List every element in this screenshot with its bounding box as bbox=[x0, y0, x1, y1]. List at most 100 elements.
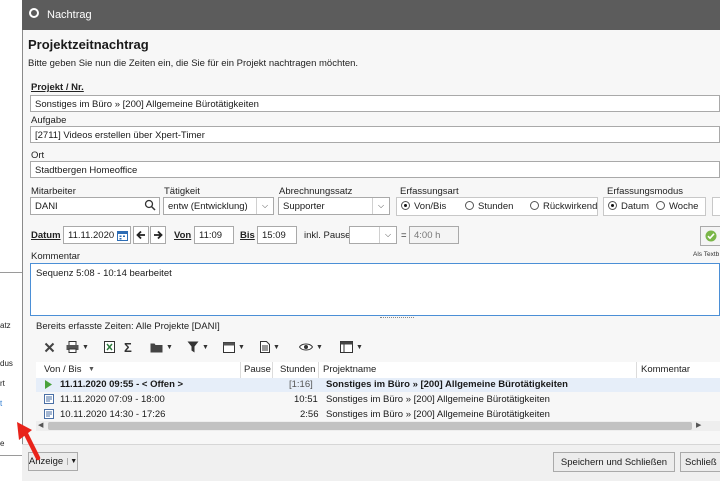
radio-datum[interactable]: Datum bbox=[608, 201, 649, 212]
calendar-icon[interactable] bbox=[117, 230, 128, 243]
chevron-down-icon[interactable]: ▼ bbox=[356, 344, 363, 351]
column-stunden[interactable]: Stunden bbox=[280, 364, 315, 375]
eye-icon[interactable]: ▼ bbox=[299, 339, 323, 355]
table-row[interactable]: 10.11.2020 14:30 - 17:26 2:56 Sonstiges … bbox=[36, 408, 720, 422]
radio-stunden[interactable]: Stunden bbox=[465, 201, 513, 212]
abrechnungssatz-value: Supporter bbox=[283, 201, 325, 212]
textbaustein-link[interactable]: Als Textb bbox=[693, 251, 719, 258]
projekt-label: Projekt / Nr. bbox=[31, 82, 84, 93]
ort-label: Ort bbox=[31, 150, 45, 161]
chevron-down-icon[interactable]: ▼ bbox=[273, 344, 280, 351]
chevron-down-icon[interactable]: ▼ bbox=[166, 344, 173, 351]
bis-label: Bis bbox=[240, 230, 255, 241]
radio-selected-icon bbox=[401, 201, 410, 210]
aufgabe-label: Aufgabe bbox=[31, 115, 67, 126]
cell-projekt: Sonstiges im Büro » [200] Allgemeine Bür… bbox=[326, 379, 568, 390]
column-pause[interactable]: Pause bbox=[244, 364, 271, 375]
print-icon[interactable]: ▼ bbox=[66, 339, 89, 355]
abrechnungssatz-label: Abrechnungssatz bbox=[279, 186, 353, 197]
column-projektname[interactable]: Projektname bbox=[323, 364, 376, 375]
delete-icon[interactable] bbox=[44, 339, 55, 355]
kommentar-textarea[interactable]: Sequenz 5:08 - 10:14 bearbeitet bbox=[30, 263, 720, 316]
scroll-right-icon[interactable]: ▶ bbox=[696, 421, 701, 429]
close-button[interactable]: Schließ bbox=[680, 452, 720, 472]
dauer-field: 4:00 h bbox=[409, 226, 459, 244]
column-kommentar[interactable]: Kommentar bbox=[641, 364, 690, 375]
erfassungsmodus-group: Datum Woche bbox=[603, 197, 706, 216]
calendar-filter-icon[interactable]: ▼ bbox=[223, 339, 245, 355]
table-row[interactable]: 11.11.2020 07:09 - 18:00 10:51 Sonstiges… bbox=[36, 393, 720, 407]
sort-icon[interactable]: ▼ bbox=[88, 366, 95, 373]
chevron-down-icon[interactable]: ▼ bbox=[238, 344, 245, 351]
arrow-right-icon[interactable] bbox=[150, 226, 166, 244]
save-close-label: Speichern und Schließen bbox=[560, 456, 668, 468]
datum-label: Datum bbox=[31, 230, 61, 241]
radio-woche[interactable]: Woche bbox=[656, 201, 698, 212]
window-title: Nachtrag bbox=[47, 9, 92, 21]
cell-stunden: [1:16] bbox=[289, 379, 313, 390]
red-arrow-annotation bbox=[17, 422, 41, 461]
column-von-bis[interactable]: Von / Bis bbox=[44, 364, 82, 375]
projekt-field[interactable]: Sonstiges im Büro » [200] Allgemeine Bür… bbox=[30, 95, 720, 112]
cell-stunden: 2:56 bbox=[300, 409, 319, 420]
mitarbeiter-label: Mitarbeiter bbox=[31, 186, 76, 197]
background-menu-item[interactable]: rt bbox=[0, 379, 5, 388]
play-icon bbox=[45, 380, 52, 392]
column-separator bbox=[318, 362, 319, 378]
scrollbar-thumb[interactable] bbox=[48, 422, 692, 430]
search-icon[interactable] bbox=[144, 199, 156, 214]
pause-select[interactable]: ⌵ bbox=[349, 226, 397, 244]
toolbar bbox=[36, 335, 720, 359]
radio-label: Rückwirkend bbox=[543, 201, 598, 212]
filter-icon[interactable]: ▼ bbox=[187, 339, 209, 355]
background-menu-item[interactable]: e bbox=[0, 439, 4, 448]
radio-selected-icon bbox=[608, 201, 617, 210]
abrechnungssatz-select[interactable]: Supporter ⌵ bbox=[278, 197, 390, 215]
chevron-down-icon[interactable]: ▼ bbox=[202, 344, 209, 351]
layout-icon[interactable]: ▼ bbox=[340, 339, 363, 355]
radio-von-bis[interactable]: Von/Bis bbox=[401, 201, 446, 212]
clipped-group-box bbox=[712, 197, 720, 216]
background-menu-item[interactable]: t bbox=[0, 399, 2, 408]
save-close-button[interactable]: Speichern und Schließen bbox=[553, 452, 675, 472]
taetigkeit-select[interactable]: entw (Entwicklung) ⌵ bbox=[163, 197, 274, 215]
cell-stunden: 10:51 bbox=[294, 394, 318, 405]
horizontal-scrollbar[interactable]: ◀ ▶ bbox=[36, 421, 720, 431]
datum-value: 11.11.2020 bbox=[68, 230, 115, 241]
export-excel-icon[interactable] bbox=[104, 339, 115, 355]
pause-label: inkl. Pause bbox=[304, 230, 351, 241]
sum-icon[interactable]: Σ bbox=[124, 339, 132, 355]
kommentar-label: Kommentar bbox=[31, 251, 81, 262]
chevron-down-icon[interactable]: ⌵ bbox=[379, 227, 396, 243]
checkmark-icon bbox=[705, 230, 717, 242]
folder-icon[interactable]: ▼ bbox=[150, 339, 173, 355]
chevron-down-icon[interactable]: ▼ bbox=[316, 344, 323, 351]
background-menu-item[interactable]: atz bbox=[0, 321, 11, 330]
cell-projekt: Sonstiges im Büro » [200] Allgemeine Bür… bbox=[326, 394, 550, 405]
page-subtitle: Bitte geben Sie nun die Zeiten ein, die … bbox=[28, 58, 359, 69]
chevron-down-icon[interactable]: ⌵ bbox=[372, 198, 389, 214]
table-row[interactable]: 11.11.2020 09:55 - < Offen > [1:16] Sons… bbox=[36, 378, 720, 392]
arrow-left-icon[interactable] bbox=[133, 226, 149, 244]
von-field[interactable]: 11:09 bbox=[194, 226, 234, 244]
document-icon[interactable]: ▼ bbox=[260, 339, 280, 355]
mitarbeiter-field[interactable]: DANI bbox=[30, 197, 160, 215]
chevron-down-icon[interactable]: ▼ bbox=[82, 344, 89, 351]
title-bar: Nachtrag bbox=[22, 0, 720, 30]
datum-field[interactable]: 11.11.2020 bbox=[63, 226, 131, 244]
bis-field[interactable]: 15:09 bbox=[257, 226, 297, 244]
taetigkeit-label: Tätigkeit bbox=[164, 186, 200, 197]
ort-field[interactable]: Stadtbergen Homeoffice bbox=[30, 161, 720, 178]
table-header: Von / Bis ▼ Pause Stunden Projektname Ko… bbox=[36, 362, 720, 379]
splitter-handle[interactable] bbox=[380, 317, 414, 320]
cell-projekt: Sonstiges im Büro » [200] Allgemeine Bür… bbox=[326, 409, 550, 420]
radio-rueckwirkend[interactable]: Rückwirkend bbox=[530, 201, 597, 212]
taetigkeit-value: entw (Entwicklung) bbox=[168, 201, 248, 212]
column-separator bbox=[636, 362, 637, 378]
chevron-down-icon[interactable]: ▼ bbox=[67, 458, 77, 465]
background-menu-item[interactable]: dus bbox=[0, 359, 13, 368]
chevron-down-icon[interactable]: ⌵ bbox=[256, 198, 273, 214]
radio-icon bbox=[530, 201, 539, 210]
aufgabe-field[interactable]: [2711] Videos erstellen über Xpert-Timer bbox=[30, 126, 720, 143]
confirm-button[interactable] bbox=[700, 226, 720, 246]
